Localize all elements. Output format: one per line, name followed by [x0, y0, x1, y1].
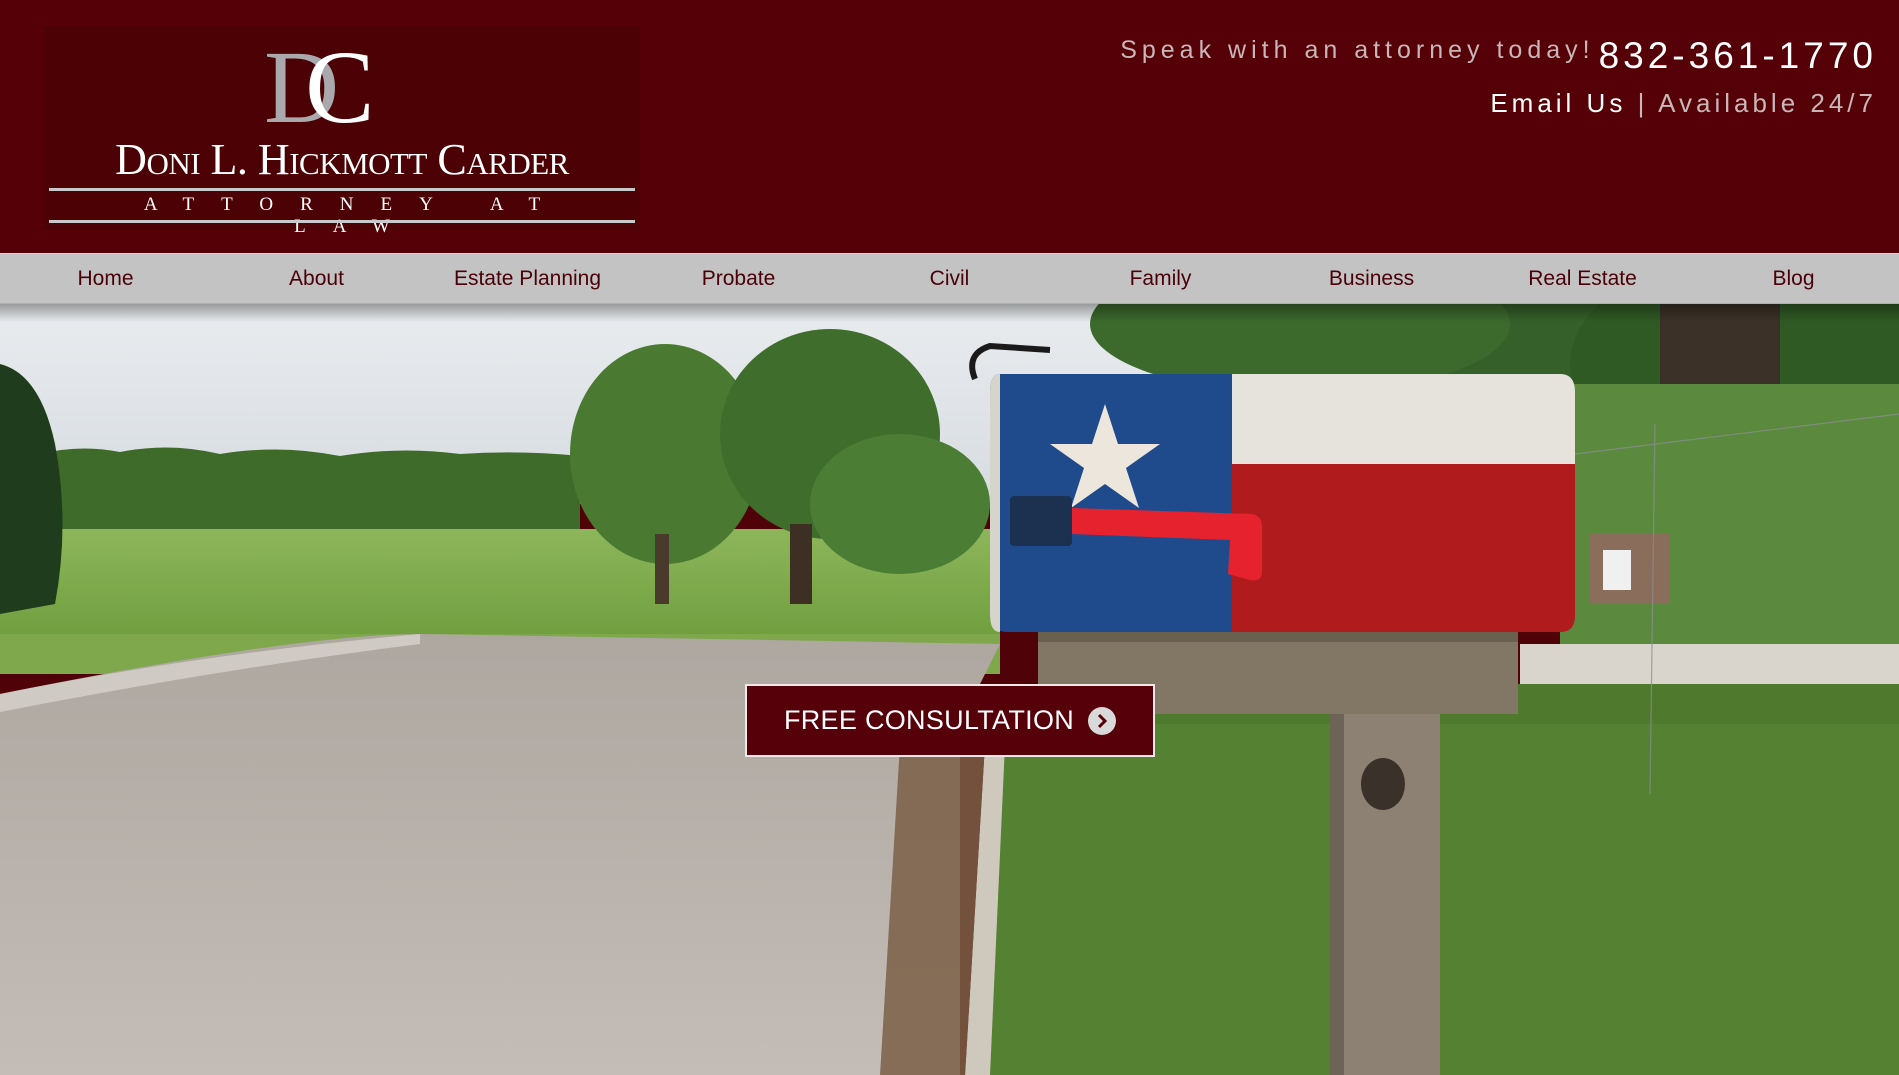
availability-text: Available 24/7: [1658, 88, 1877, 118]
nav-item-estate-planning[interactable]: Estate Planning: [422, 254, 633, 303]
contact-block: Speak with an attorney today! 832-361-177…: [1120, 34, 1877, 119]
contact-tagline: Speak with an attorney today!: [1120, 36, 1595, 64]
nav-item-real-estate[interactable]: Real Estate: [1477, 254, 1688, 303]
nav-item-probate[interactable]: Probate: [633, 254, 844, 303]
nav-item-blog[interactable]: Blog: [1688, 254, 1899, 303]
firm-logo[interactable]: DC Doni L. Hickmott Carder ATTORNEY AT L…: [44, 26, 640, 237]
nav-item-family[interactable]: Family: [1055, 254, 1266, 303]
contact-separator: |: [1637, 88, 1649, 118]
nav-item-civil[interactable]: Civil: [844, 254, 1055, 303]
free-consultation-button[interactable]: FREE CONSULTATION: [745, 684, 1155, 757]
firm-name: Doni L. Hickmott Carder: [115, 135, 569, 184]
hero-banner: FREE CONSULTATION: [0, 304, 1899, 1075]
logo-divider-bottom: [49, 220, 635, 223]
monogram-letter-c: C: [305, 30, 375, 145]
main-navigation: Home About Estate Planning Probate Civil…: [0, 253, 1899, 304]
nav-item-business[interactable]: Business: [1266, 254, 1477, 303]
chevron-right-circle-icon: [1088, 706, 1117, 735]
phone-link[interactable]: 832-361-1770: [1599, 35, 1877, 76]
email-us-link[interactable]: Email Us: [1490, 88, 1626, 118]
logo-divider-top: [49, 188, 635, 191]
site-header: DC Doni L. Hickmott Carder ATTORNEY AT L…: [0, 0, 1899, 253]
firm-subtitle: ATTORNEY AT LAW: [143, 194, 568, 237]
nav-item-home[interactable]: Home: [0, 254, 211, 303]
logo-monogram: DC: [264, 36, 424, 140]
nav-item-about[interactable]: About: [211, 254, 422, 303]
free-consultation-label: FREE CONSULTATION: [783, 705, 1075, 735]
